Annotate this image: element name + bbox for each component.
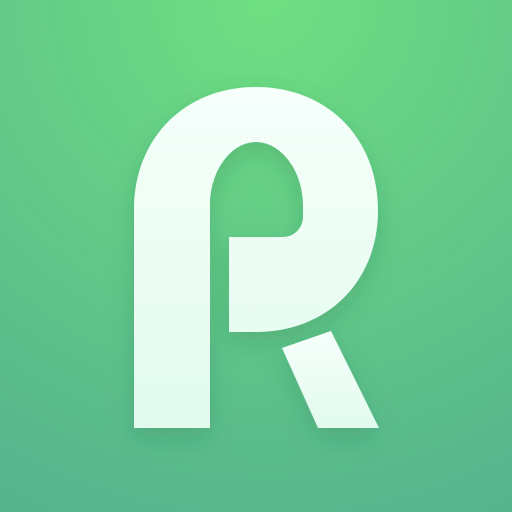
app-icon [0,0,512,512]
app-icon-graphic [0,0,512,512]
